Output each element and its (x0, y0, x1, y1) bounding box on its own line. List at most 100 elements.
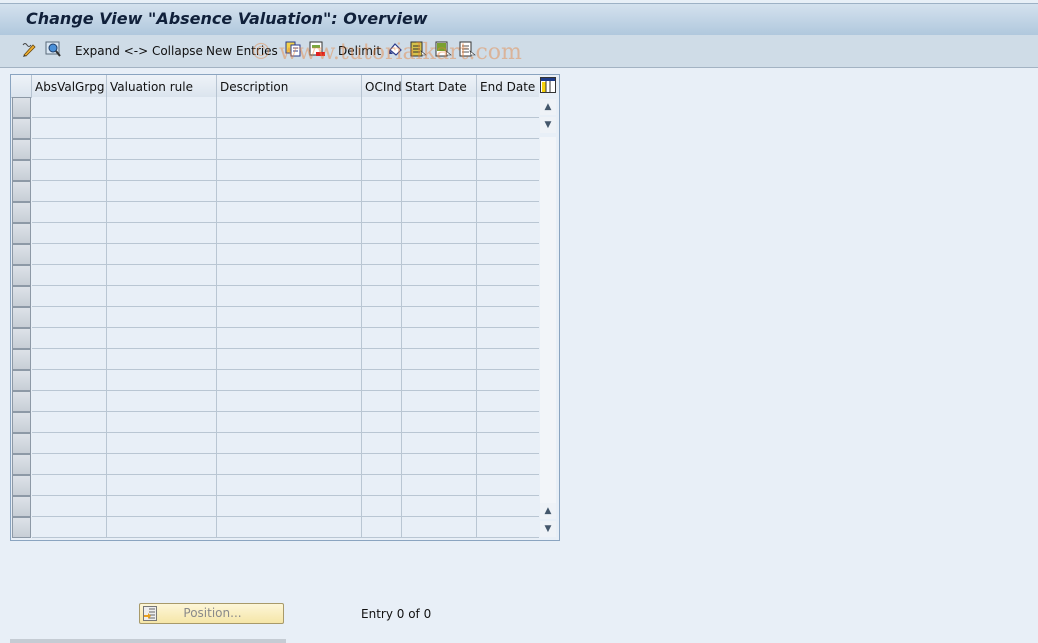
row-selector[interactable] (12, 118, 31, 139)
table-cell[interactable] (107, 181, 217, 202)
row-selector[interactable] (12, 454, 31, 475)
table-cell[interactable] (107, 412, 217, 433)
display-change-icon[interactable] (21, 41, 38, 58)
table-cell[interactable] (32, 139, 107, 160)
position-button[interactable]: Position... (139, 603, 284, 624)
table-cell[interactable] (402, 370, 477, 391)
table-cell[interactable] (217, 349, 362, 370)
table-cell[interactable] (107, 118, 217, 139)
table-cell[interactable] (362, 160, 402, 181)
table-cell[interactable] (477, 181, 539, 202)
table-cell[interactable] (477, 391, 539, 412)
table-cell[interactable] (402, 328, 477, 349)
table-cell[interactable] (32, 118, 107, 139)
table-cell[interactable] (107, 517, 217, 538)
row-selector[interactable] (12, 475, 31, 496)
table-cell[interactable] (477, 496, 539, 517)
column-header-ocind[interactable]: OCInd (362, 75, 402, 97)
table-cell[interactable] (362, 454, 402, 475)
table-cell[interactable] (107, 244, 217, 265)
table-cell[interactable] (32, 307, 107, 328)
table-cell[interactable] (402, 475, 477, 496)
table-cell[interactable] (477, 97, 539, 118)
table-cell[interactable] (477, 328, 539, 349)
scroll-page-up-button[interactable]: ▲ (540, 503, 556, 519)
table-cell[interactable] (32, 349, 107, 370)
table-cell[interactable] (32, 223, 107, 244)
table-cell[interactable] (217, 433, 362, 454)
table-cell[interactable] (217, 286, 362, 307)
delimit-button[interactable]: Delimit (338, 42, 381, 60)
find-icon[interactable] (45, 41, 62, 58)
table-cell[interactable] (217, 370, 362, 391)
table-cell[interactable] (217, 391, 362, 412)
table-cell[interactable] (32, 202, 107, 223)
table-cell[interactable] (217, 265, 362, 286)
table-cell[interactable] (477, 244, 539, 265)
table-cell[interactable] (107, 349, 217, 370)
table-cell[interactable] (402, 202, 477, 223)
table-cell[interactable] (477, 139, 539, 160)
table-cell[interactable] (217, 496, 362, 517)
table-cell[interactable] (362, 496, 402, 517)
table-cell[interactable] (107, 223, 217, 244)
table-cell[interactable] (362, 307, 402, 328)
table-cell[interactable] (402, 118, 477, 139)
table-cell[interactable] (362, 244, 402, 265)
table-cell[interactable] (402, 454, 477, 475)
table-cell[interactable] (362, 433, 402, 454)
table-cell[interactable] (32, 160, 107, 181)
delete-icon[interactable] (309, 41, 326, 58)
table-cell[interactable] (217, 202, 362, 223)
table-cell[interactable] (402, 265, 477, 286)
table-cell[interactable] (362, 181, 402, 202)
column-header-description[interactable]: Description (217, 75, 362, 97)
table-cell[interactable] (477, 265, 539, 286)
table-cell[interactable] (32, 181, 107, 202)
table-cell[interactable] (362, 223, 402, 244)
table-cell[interactable] (362, 370, 402, 391)
row-selector[interactable] (12, 433, 31, 454)
table-cell[interactable] (402, 433, 477, 454)
table-cell[interactable] (402, 139, 477, 160)
row-selector[interactable] (12, 97, 31, 118)
scroll-track[interactable] (540, 137, 556, 517)
row-selector[interactable] (12, 223, 31, 244)
row-selector[interactable] (12, 412, 31, 433)
row-selector[interactable] (12, 328, 31, 349)
table-cell[interactable] (107, 454, 217, 475)
table-cell[interactable] (362, 328, 402, 349)
table-cell[interactable] (107, 307, 217, 328)
table-cell[interactable] (362, 97, 402, 118)
table-settings-icon[interactable] (540, 77, 556, 94)
table-cell[interactable] (217, 118, 362, 139)
table-cell[interactable] (107, 265, 217, 286)
table-cell[interactable] (362, 265, 402, 286)
table-cell[interactable] (402, 244, 477, 265)
table-cell[interactable] (402, 391, 477, 412)
new-entries-button[interactable]: New Entries (206, 42, 278, 60)
row-selector[interactable] (12, 244, 31, 265)
table-cell[interactable] (477, 454, 539, 475)
table-cell[interactable] (362, 475, 402, 496)
table-cell[interactable] (217, 328, 362, 349)
table-cell[interactable] (32, 265, 107, 286)
table-cell[interactable] (32, 475, 107, 496)
table-cell[interactable] (477, 412, 539, 433)
row-selector[interactable] (12, 181, 31, 202)
scroll-up-button[interactable]: ▲ (540, 99, 556, 115)
table-cell[interactable] (402, 97, 477, 118)
row-selector[interactable] (12, 391, 31, 412)
table-cell[interactable] (107, 475, 217, 496)
table-cell[interactable] (32, 433, 107, 454)
column-header-end-date[interactable]: End Date (477, 75, 539, 97)
column-header-valuation-rule[interactable]: Valuation rule (107, 75, 217, 97)
table-cell[interactable] (402, 286, 477, 307)
table-cell[interactable] (362, 412, 402, 433)
table-cell[interactable] (217, 412, 362, 433)
vertical-scrollbar[interactable]: ▲ ▼ ▲ ▼ (539, 97, 557, 538)
copy-as-icon[interactable] (285, 41, 302, 58)
table-cell[interactable] (32, 391, 107, 412)
table-cell[interactable] (477, 349, 539, 370)
table-cell[interactable] (107, 391, 217, 412)
